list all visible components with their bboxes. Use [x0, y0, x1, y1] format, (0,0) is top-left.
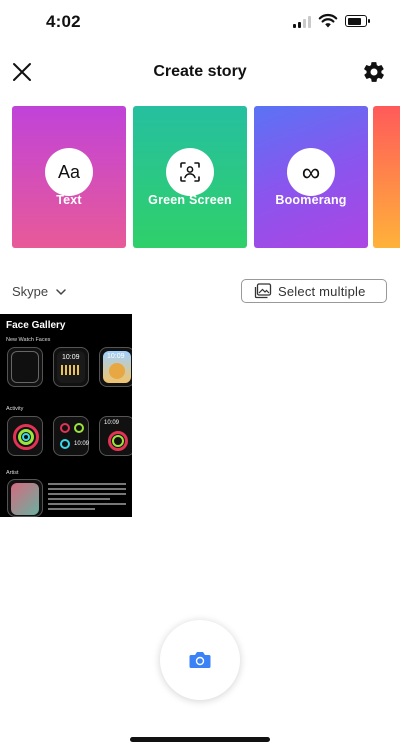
page-title: Create story	[153, 63, 247, 80]
card-label: Green Screen	[148, 193, 232, 207]
text-aa-icon: Aa	[45, 148, 93, 196]
green-screen-card[interactable]: Green Screen	[133, 106, 247, 248]
gallery-source-dropdown[interactable]: Skype	[12, 284, 66, 299]
header: Create story	[0, 52, 400, 92]
gallery-source-label: Skype	[12, 284, 49, 299]
infinity-icon: ∞	[287, 148, 335, 196]
activity-watch-image: 10:09	[53, 416, 89, 456]
watch-face-image: 10:09	[99, 347, 132, 387]
chevron-down-icon	[56, 288, 66, 295]
wifi-icon	[318, 13, 338, 28]
watch-face-image: 10:09	[53, 347, 89, 387]
activity-watch-image: 10:09	[99, 416, 132, 456]
green-screen-icon	[166, 148, 214, 196]
status-time: 4:02	[46, 12, 81, 31]
activity-watch-image	[7, 416, 43, 456]
camera-button[interactable]	[160, 620, 240, 700]
camera-icon	[189, 652, 211, 668]
next-story-card[interactable]	[373, 106, 400, 248]
thumbnail-section: Artist	[6, 470, 19, 476]
select-multiple-button[interactable]: Select multiple	[241, 279, 387, 303]
card-label: Boomerang	[275, 193, 347, 207]
gear-icon[interactable]	[362, 60, 386, 84]
cellular-signal-icon	[293, 16, 315, 28]
card-label: Text	[56, 193, 82, 207]
artist-watch-image	[7, 479, 43, 517]
thumbnail-description	[48, 480, 126, 513]
select-multiple-label: Select multiple	[278, 283, 366, 299]
thumbnail-section: Activity	[6, 406, 24, 412]
battery-icon	[345, 15, 370, 27]
home-indicator	[130, 737, 270, 742]
boomerang-card[interactable]: ∞ Boomerang	[254, 106, 368, 248]
story-type-carousel: Aa Text Green Screen ∞ Boomerang	[12, 106, 400, 248]
thumbnail-section: New Watch Faces	[6, 337, 51, 343]
watch-face-image	[7, 347, 43, 387]
gallery-icon	[254, 283, 272, 299]
thumbnail-title: Face Gallery	[6, 320, 66, 331]
text-story-card[interactable]: Aa Text	[12, 106, 126, 248]
gallery-thumbnail[interactable]: Face Gallery New Watch Faces 10:09 10:09…	[0, 314, 132, 517]
status-bar: 4:02	[0, 0, 400, 46]
